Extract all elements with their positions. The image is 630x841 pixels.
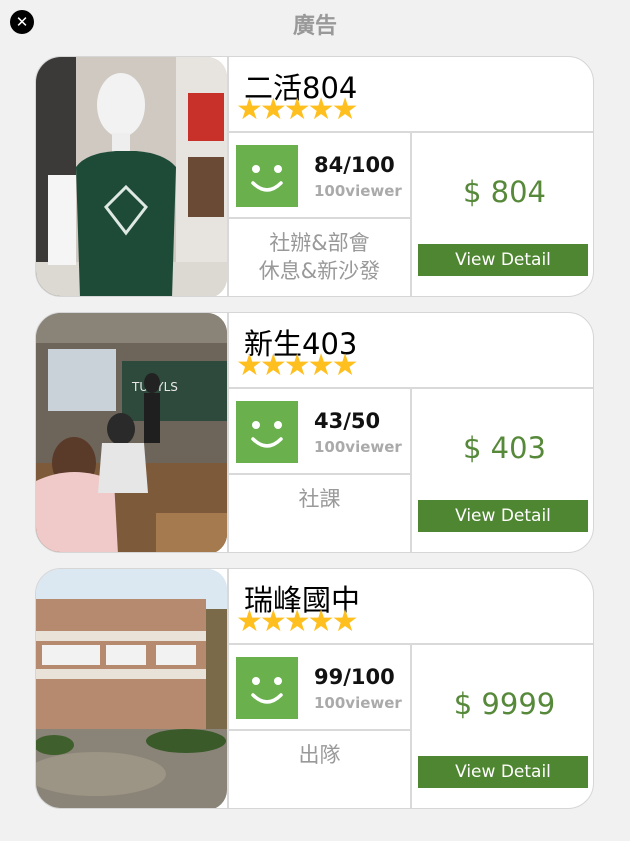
rating-stars: ★★★★★ (236, 604, 358, 639)
tag-item: 社課 (298, 487, 341, 511)
listing-photo: TUCYLS (36, 313, 227, 552)
viewer-count: 100viewer (314, 694, 402, 712)
tag-item: 社辦&部會 (269, 231, 370, 255)
viewer-count: 100viewer (314, 182, 402, 200)
listing-card[interactable]: 瑞峰國中 ★★★★★ 99/100 100viewer 出隊 $ 9999 Vi… (35, 568, 594, 809)
tag-item: 出隊 (298, 743, 341, 767)
listing-photo (36, 57, 227, 296)
price-label: $ 403 (462, 431, 547, 465)
smiley-icon (236, 657, 298, 719)
ad-title: 廣告 (292, 14, 337, 39)
tag-list: 出隊 (229, 741, 410, 769)
price-label: $ 9999 (453, 687, 556, 721)
price-label: $ 804 (462, 175, 547, 209)
listing-card[interactable]: 二活804 ★★★★★ 84/100 100viewer 社辦&部會 休息&新沙… (35, 56, 594, 297)
listing-card[interactable]: TUCYLS 新生403 ★★★★★ 43/50 100viewer 社課 $ … (35, 312, 594, 553)
view-detail-button[interactable]: View Detail (418, 244, 588, 276)
smiley-icon (236, 401, 298, 463)
rating-stars: ★★★★★ (236, 92, 358, 127)
tag-list: 社辦&部會 休息&新沙發 (229, 229, 410, 285)
view-detail-button[interactable]: View Detail (418, 500, 588, 532)
viewer-count: 100viewer (314, 438, 402, 456)
tag-list: 社課 (229, 485, 410, 513)
score-label: 43/50 (314, 409, 381, 433)
tag-item: 休息&新沙發 (258, 259, 381, 283)
score-label: 99/100 (314, 665, 395, 689)
rating-stars: ★★★★★ (236, 348, 358, 383)
listing-photo (36, 569, 227, 808)
score-label: 84/100 (314, 153, 395, 177)
smiley-icon (236, 145, 298, 207)
view-detail-button[interactable]: View Detail (418, 756, 588, 788)
